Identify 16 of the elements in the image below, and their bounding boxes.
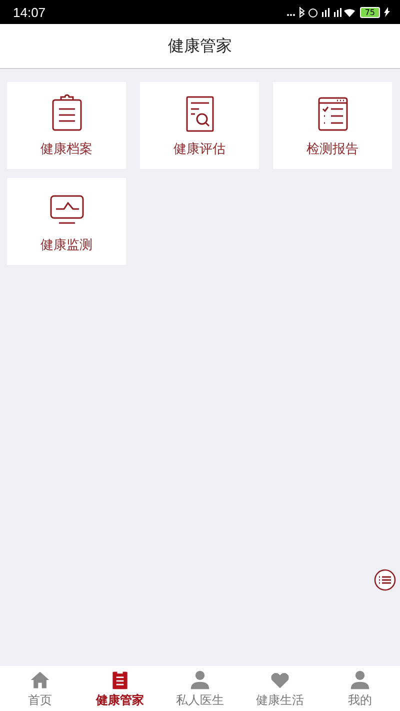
tab[interactable]: 私人医生 xyxy=(160,666,240,711)
menu-tile[interactable]: 健康监测 xyxy=(7,178,126,265)
charging-icon xyxy=(384,7,390,17)
menu-tile[interactable]: 检测报告 xyxy=(273,82,392,169)
person-icon xyxy=(189,668,211,690)
page-title: 健康管家 xyxy=(168,36,232,56)
list-button[interactable] xyxy=(374,569,396,591)
battery-indicator: 75 xyxy=(360,6,380,18)
menu-tile[interactable]: 健康评估 xyxy=(140,82,259,169)
tab[interactable]: 我的 xyxy=(320,666,400,711)
tab[interactable]: 健康生活 xyxy=(240,666,320,711)
person-icon xyxy=(349,668,371,690)
tab[interactable]: 健康管家 xyxy=(80,666,160,711)
tab[interactable]: 首页 xyxy=(0,666,80,711)
status-time: 14:07 xyxy=(13,4,46,20)
menu-tile[interactable]: 健康档案 xyxy=(7,82,126,169)
